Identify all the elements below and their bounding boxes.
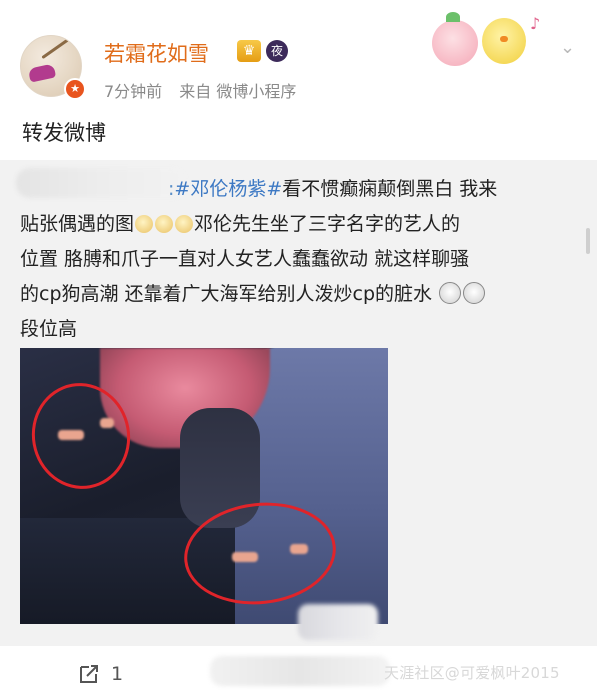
peach-sticker-icon [432,12,478,66]
chevron-down-icon[interactable]: ⌄ [560,39,576,57]
quoted-line-3: 位置 胳膊和爪子一直对人女艺人蠢蠢欲动 就这样聊骚 [20,248,470,270]
emoji-icon [135,215,154,233]
quoted-text: :#邓伦杨紫#看不惯癫痫颠倒黑白 我来 贴张偶遇的图 邓伦先生坐了三字名字的艺人的… [20,172,585,347]
night-badge-icon[interactable]: 夜 [266,40,288,62]
quoted-line-2: 贴张偶遇的图 邓伦先生坐了三字名字的艺人的 [20,213,461,235]
quoted-line-4: 的cp狗高潮 还靠着广大海军给别人泼炒cp的脏水 [20,277,585,312]
crown-badge-icon[interactable]: ♛ [237,40,261,62]
emoji-icon [155,215,174,233]
quoted-line-5: 段位高 [20,318,78,340]
blurred-mask [298,604,378,640]
post-meta: 7分钟前 来自 微博小程序 [104,78,308,102]
post-source[interactable]: 来自 微博小程序 [179,82,296,101]
emoji-icon [175,215,194,233]
scrollbar[interactable] [586,228,590,254]
emoji-icon [439,282,462,304]
repost-text: 转发微博 [22,121,106,145]
verified-badge-icon: ★ [64,78,86,100]
quoted-post[interactable]: :#邓伦杨紫#看不惯癫痫颠倒黑白 我来 贴张偶遇的图 邓伦先生坐了三字名字的艺人的… [0,160,597,692]
quoted-line-1: :#邓伦杨紫#看不惯癫痫颠倒黑白 我来 [168,178,498,200]
watermark: 天涯社区@可爱枫叶2015 [384,664,560,682]
attached-photo[interactable] [20,348,388,624]
decoration-stickers: ♪ [432,10,552,70]
avatar-flower [27,63,57,83]
music-note-icon: ♪ [530,14,541,33]
avatar-branch [41,36,73,60]
post-time: 7分钟前 [104,82,163,101]
hashtag-link[interactable]: #邓伦杨紫# [174,178,282,200]
blurred-footer [210,656,390,686]
share-icon[interactable] [78,663,100,685]
emoji-icon [463,282,486,304]
share-count: 1 [111,663,124,685]
action-bar: 1 天涯社区@可爱枫叶2015 [0,646,597,692]
username[interactable]: 若霜花如雪 [104,38,209,68]
post-header: ★ 若霜花如雪 ♛ 夜 7分钟前 来自 微博小程序 ♪ ⌄ [0,0,597,112]
chick-sticker-icon [482,18,526,64]
